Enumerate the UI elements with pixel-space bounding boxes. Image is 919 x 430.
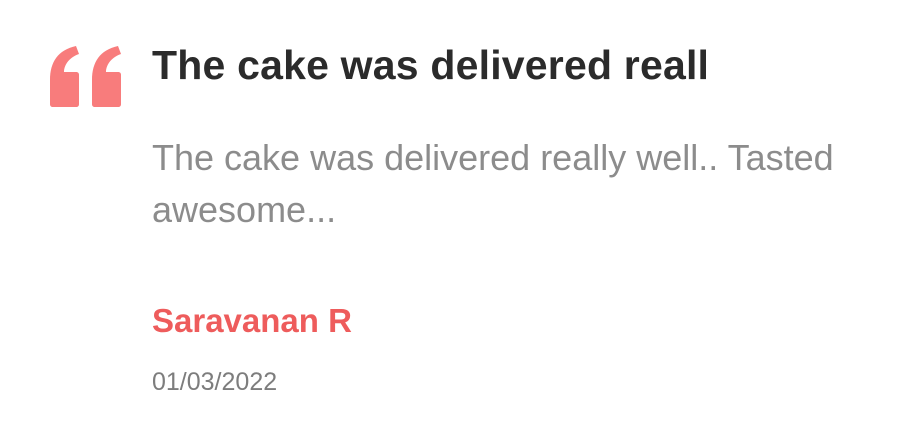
reviewer-name: Saravanan R <box>152 302 352 339</box>
review-title: The cake was delivered reall <box>152 42 710 88</box>
review-body: The cake was delivered really well.. Tas… <box>152 137 834 230</box>
review-date: 01/03/2022 <box>152 368 278 396</box>
quote-icon <box>50 46 121 107</box>
review-card: The cake was delivered reall The cake wa… <box>0 0 919 430</box>
